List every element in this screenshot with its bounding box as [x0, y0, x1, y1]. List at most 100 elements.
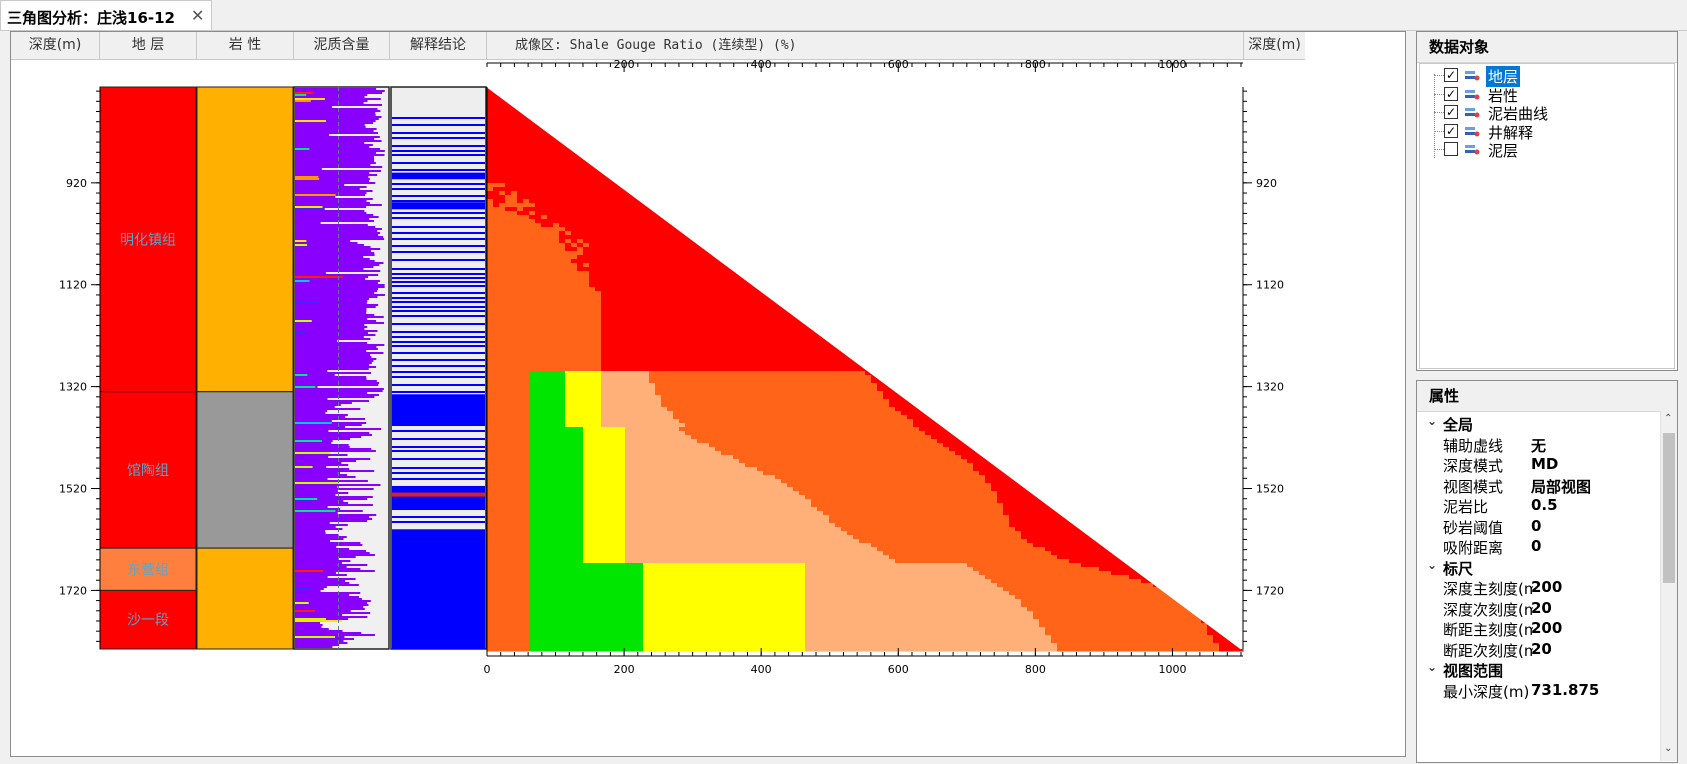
sgr-cell	[607, 239, 614, 244]
document-tab[interactable]: 三角图分析：庄浅16-12 ✕	[0, 0, 212, 30]
shale-curve-bar	[295, 478, 328, 480]
sgr-cell	[643, 439, 650, 444]
sgr-cell	[577, 255, 584, 260]
sgr-cell	[493, 263, 500, 268]
sgr-cell	[547, 255, 554, 260]
sgr-cell	[541, 227, 548, 232]
sgr-cell	[691, 407, 698, 412]
sgr-cell	[619, 223, 626, 228]
sgr-cell	[661, 567, 668, 572]
sgr-cell	[679, 439, 686, 444]
sgr-cell	[709, 311, 716, 316]
sgr-cell	[697, 383, 704, 388]
sgr-cell	[547, 327, 554, 332]
sgr-cell	[541, 367, 548, 372]
sgr-cell	[613, 459, 620, 464]
sgr-cell	[541, 299, 548, 304]
sgr-cell	[553, 491, 560, 496]
sgr-cell	[529, 355, 536, 360]
sgr-cell	[511, 467, 518, 472]
sgr-cell	[613, 399, 620, 404]
sgr-cell	[523, 471, 530, 476]
sgr-cell	[613, 507, 620, 512]
sgr-cell	[505, 623, 512, 628]
sgr-cell	[619, 355, 626, 360]
sgr-cell	[547, 555, 554, 560]
close-icon[interactable]: ✕	[191, 6, 204, 25]
sgr-cell	[691, 607, 698, 612]
sgr-cell	[523, 583, 530, 588]
sgr-cell	[589, 539, 596, 544]
shale-curve-bar	[295, 186, 367, 188]
sgr-cell	[601, 483, 608, 488]
sgr-cell	[541, 435, 548, 440]
sgr-cell	[511, 639, 518, 644]
sgr-cell	[709, 375, 716, 380]
sgr-cell	[655, 303, 662, 308]
sgr-cell	[685, 375, 692, 380]
sgr-cell	[571, 575, 578, 580]
sgr-cell	[571, 475, 578, 480]
sgr-cell	[691, 323, 698, 328]
triangle-chart-canvas[interactable]: 明化镇组馆陶组东营组沙一段920 9201120 11201320 13201520 1…	[11, 32, 1405, 756]
sgr-cell	[709, 299, 716, 304]
sgr-cell	[559, 199, 566, 204]
sgr-cell	[499, 271, 506, 276]
sgr-cell	[583, 211, 590, 216]
sgr-cell	[517, 115, 524, 120]
sgr-cell	[601, 231, 608, 236]
sgr-cell	[517, 155, 524, 160]
sgr-cell	[601, 459, 608, 464]
sgr-cell	[571, 359, 578, 364]
sgr-cell	[625, 259, 632, 264]
sgr-cell	[565, 619, 572, 624]
sgr-cell	[697, 255, 704, 260]
sgr-cell	[511, 579, 518, 584]
sgr-cell	[511, 571, 518, 576]
sgr-cell	[529, 427, 536, 432]
sgr-cell	[631, 447, 638, 452]
sgr-cell	[697, 419, 704, 424]
sgr-cell	[613, 291, 620, 296]
shale-curve-bar	[295, 322, 385, 324]
sgr-cell	[655, 339, 662, 344]
sgr-cell	[487, 519, 494, 524]
sgr-cell	[511, 631, 518, 636]
sgr-cell	[655, 375, 662, 380]
sgr-cell	[565, 407, 572, 412]
sgr-cell	[601, 339, 608, 344]
sgr-cell	[655, 275, 662, 280]
sgr-cell	[511, 359, 518, 364]
sgr-cell	[541, 203, 548, 208]
sgr-cell	[571, 167, 578, 172]
sgr-cell	[679, 619, 686, 624]
sgr-cell	[655, 587, 662, 592]
sgr-cell	[487, 123, 494, 128]
sgr-cell	[499, 359, 506, 364]
sgr-cell	[505, 495, 512, 500]
sgr-cell	[679, 275, 686, 280]
sgr-cell	[517, 483, 524, 488]
sgr-cell	[649, 491, 656, 496]
sgr-cell	[619, 483, 626, 488]
sgr-cell	[691, 455, 698, 460]
sgr-cell	[583, 259, 590, 264]
sgr-cell	[703, 475, 710, 480]
sgr-cell	[499, 379, 506, 384]
sgr-cell	[493, 187, 500, 192]
sgr-cell	[517, 271, 524, 276]
sgr-cell	[523, 503, 530, 508]
sgr-cell	[571, 291, 578, 296]
sgr-cell	[601, 463, 608, 468]
sgr-cell	[487, 267, 494, 272]
sgr-cell	[571, 559, 578, 564]
sgr-cell	[685, 639, 692, 644]
sgr-cell	[619, 555, 626, 560]
sgr-cell	[589, 611, 596, 616]
sgr-cell	[697, 319, 704, 324]
sgr-cell	[697, 447, 704, 452]
sgr-cell	[505, 543, 512, 548]
sgr-cell	[541, 411, 548, 416]
sgr-cell	[541, 375, 548, 380]
sgr-cell	[511, 299, 518, 304]
